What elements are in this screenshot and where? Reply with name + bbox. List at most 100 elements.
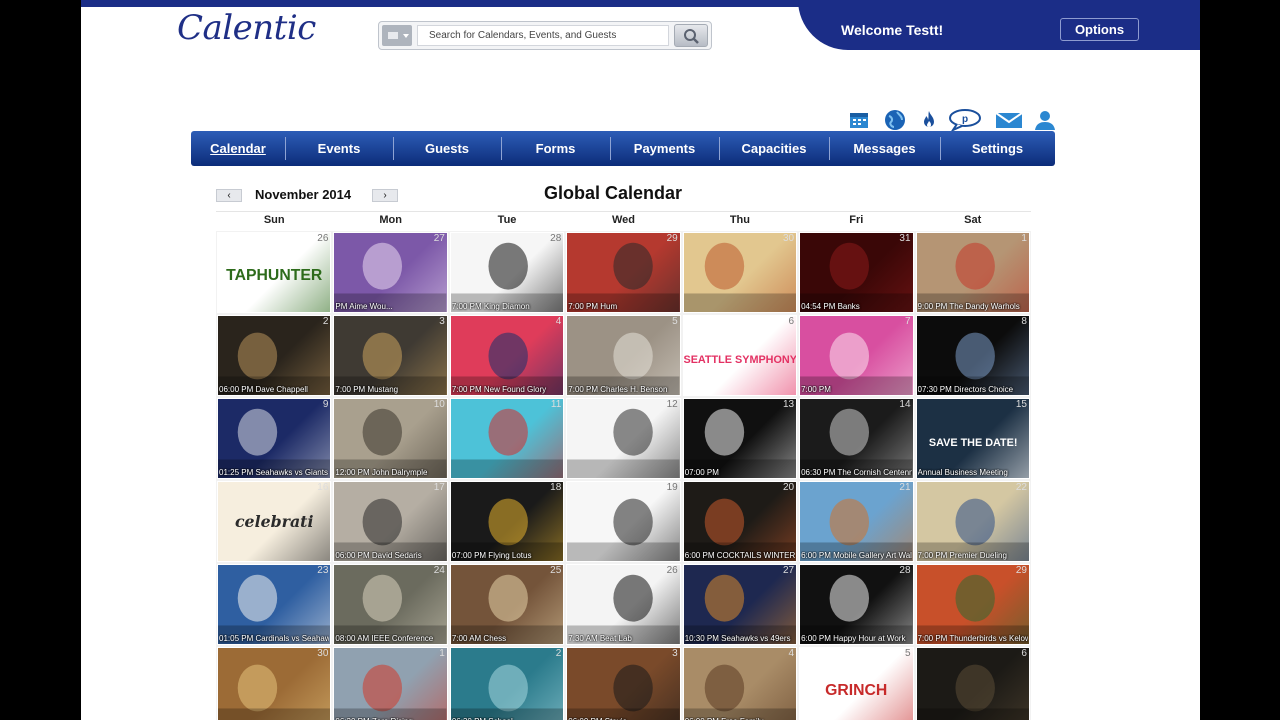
event-label[interactable]: 7:00 PM Mustang bbox=[335, 385, 445, 394]
event-thumbnail[interactable] bbox=[567, 233, 680, 312]
nav-capacities[interactable]: Capacities bbox=[719, 131, 829, 166]
event-label[interactable]: 06:00 PM David Sedaris bbox=[335, 551, 445, 560]
calendar-day-cell[interactable]: 106:30 PM Zero Rising bbox=[332, 646, 449, 720]
event-thumbnail[interactable]: TAPHUNTER bbox=[218, 233, 331, 312]
event-thumbnail[interactable] bbox=[683, 482, 797, 561]
event-thumbnail[interactable] bbox=[450, 399, 564, 478]
event-thumbnail[interactable] bbox=[334, 648, 447, 720]
nav-payments[interactable]: Payments bbox=[610, 131, 719, 166]
event-thumbnail[interactable] bbox=[334, 233, 447, 312]
event-thumbnail[interactable] bbox=[567, 316, 680, 395]
nav-guests[interactable]: Guests bbox=[393, 131, 501, 166]
event-thumbnail[interactable]: SEATTLE SYMPHONY bbox=[683, 316, 797, 395]
calendar-day-cell[interactable]: 27 10:30 PM Seahawks vs 49ers bbox=[681, 563, 799, 646]
calendar-day-cell[interactable]: 4 7:00 PM New Found Glory bbox=[448, 314, 566, 397]
nav-calendar[interactable]: Calendar bbox=[191, 131, 285, 166]
event-label[interactable]: 6:00 PM Happy Hour at Work bbox=[801, 634, 911, 643]
calendar-day-cell[interactable]: 30 bbox=[681, 231, 799, 314]
event-thumbnail[interactable] bbox=[567, 648, 680, 720]
calendar-icon[interactable] bbox=[847, 108, 871, 132]
nav-events[interactable]: Events bbox=[285, 131, 393, 166]
event-label[interactable]: 7:00 PM Hum bbox=[568, 302, 678, 311]
event-thumbnail[interactable] bbox=[916, 316, 1029, 395]
event-label[interactable]: 7:00 PM Premier Dueling bbox=[918, 551, 1028, 560]
event-thumbnail[interactable] bbox=[683, 399, 797, 478]
calendar-day-cell[interactable]: 27 PM Aime Wou... bbox=[332, 231, 449, 314]
event-label[interactable]: 01:25 PM Seahawks vs Giants bbox=[219, 468, 329, 477]
calendar-day-cell[interactable]: 26 7:30 AM Beat Lab bbox=[565, 563, 682, 646]
calendar-day-cell[interactable]: 6 bbox=[914, 646, 1031, 720]
event-thumbnail[interactable]: GRINCH bbox=[800, 648, 913, 720]
calendar-day-cell[interactable]: 28 6:00 PM Happy Hour at Work bbox=[798, 563, 915, 646]
event-thumbnail[interactable] bbox=[334, 565, 447, 644]
calendar-day-cell[interactable]: 18 07:00 PM Flying Lotus bbox=[448, 480, 566, 563]
event-thumbnail[interactable] bbox=[916, 565, 1029, 644]
nav-messages[interactable]: Messages bbox=[829, 131, 940, 166]
calendar-day-cell[interactable]: SAVE THE DATE! 15 Annual Business Meeting bbox=[914, 397, 1031, 480]
event-thumbnail[interactable] bbox=[218, 316, 331, 395]
event-thumbnail[interactable] bbox=[218, 648, 331, 720]
event-thumbnail[interactable] bbox=[800, 482, 913, 561]
event-label[interactable]: 07:00 PM Flying Lotus bbox=[452, 551, 562, 560]
event-label[interactable]: 06:30 PM The Cornish Centennial Gala bbox=[801, 468, 911, 477]
calendar-day-cell[interactable]: 22 7:00 PM Premier Dueling bbox=[914, 480, 1031, 563]
calendar-day-cell[interactable]: 2 06:00 PM Dave Chappell bbox=[216, 314, 333, 397]
next-month-button[interactable]: › bbox=[372, 189, 398, 202]
event-label[interactable]: 7:00 PM Charles H. Benson bbox=[568, 385, 678, 394]
calendar-day-cell[interactable]: SEATTLE SYMPHONY 6 bbox=[681, 314, 799, 397]
calendar-day-cell[interactable]: GRINCH 5 bbox=[798, 646, 915, 720]
event-thumbnail[interactable] bbox=[800, 316, 913, 395]
event-thumbnail[interactable] bbox=[218, 399, 331, 478]
event-thumbnail[interactable] bbox=[916, 482, 1029, 561]
calendar-day-cell[interactable]: 406:00 PM Free Family bbox=[681, 646, 799, 720]
speech-bubble-icon[interactable]: p bbox=[947, 108, 983, 133]
flame-icon[interactable] bbox=[917, 108, 941, 132]
event-thumbnail[interactable] bbox=[450, 648, 564, 720]
calendar-day-cell[interactable]: 206:30 PM School bbox=[448, 646, 566, 720]
calendar-day-cell[interactable]: 30 bbox=[216, 646, 333, 720]
globe-icon[interactable] bbox=[883, 108, 907, 132]
event-label[interactable]: PM Aime Wou... bbox=[335, 302, 445, 311]
event-thumbnail[interactable] bbox=[683, 233, 797, 312]
event-label[interactable]: 7:30 AM Beat Lab bbox=[568, 634, 678, 643]
event-label[interactable]: 10:30 PM Seahawks vs 49ers bbox=[685, 634, 795, 643]
calendar-day-cell[interactable]: 28 7:00 PM King Diamon bbox=[448, 231, 566, 314]
calendar-day-cell[interactable]: 29 7:00 PM Thunderbirds vs Kelowna bbox=[914, 563, 1031, 646]
event-label[interactable]: 6:00 PM Mobile Gallery Art Walk bbox=[801, 551, 911, 560]
event-label[interactable]: 01:05 PM Cardinals vs Seahawks bbox=[219, 634, 329, 643]
calendar-day-cell[interactable]: 13 07:00 PM bbox=[681, 397, 799, 480]
event-label[interactable]: 04:54 PM Banks bbox=[801, 302, 911, 311]
event-thumbnail[interactable] bbox=[334, 482, 447, 561]
calendar-day-cell[interactable]: 306:00 PM Stevie bbox=[565, 646, 682, 720]
calendar-day-cell[interactable]: 21 6:00 PM Mobile Gallery Art Walk bbox=[798, 480, 915, 563]
calendar-day-cell[interactable]: TAPHUNTER 26 bbox=[216, 231, 333, 314]
nav-forms[interactable]: Forms bbox=[501, 131, 610, 166]
event-thumbnail[interactable] bbox=[800, 233, 913, 312]
calendar-day-cell[interactable]: 9 01:25 PM Seahawks vs Giants bbox=[216, 397, 333, 480]
event-label[interactable]: 7:00 PM bbox=[801, 385, 911, 394]
search-input[interactable] bbox=[417, 25, 669, 46]
event-thumbnail[interactable] bbox=[450, 565, 564, 644]
event-label[interactable]: 7:00 PM Thunderbirds vs Kelowna bbox=[918, 634, 1028, 643]
search-category-dropdown[interactable] bbox=[382, 25, 412, 46]
calendar-day-cell[interactable]: 14 06:30 PM The Cornish Centennial Gala bbox=[798, 397, 915, 480]
event-thumbnail[interactable] bbox=[916, 233, 1029, 312]
calendar-day-cell[interactable]: 31 04:54 PM Banks bbox=[798, 231, 915, 314]
event-label[interactable]: 06:00 PM Dave Chappell bbox=[219, 385, 329, 394]
calendar-day-cell[interactable]: celebrati 16 bbox=[216, 480, 333, 563]
event-thumbnail[interactable] bbox=[800, 565, 913, 644]
event-thumbnail[interactable] bbox=[567, 399, 680, 478]
event-label[interactable]: 7:00 PM New Found Glory bbox=[452, 385, 562, 394]
prev-month-button[interactable]: ‹ bbox=[216, 189, 242, 202]
calendar-day-cell[interactable]: 29 7:00 PM Hum bbox=[565, 231, 682, 314]
event-thumbnail[interactable]: SAVE THE DATE! bbox=[916, 399, 1029, 478]
calendar-day-cell[interactable]: 12 bbox=[565, 397, 682, 480]
user-icon[interactable] bbox=[1033, 108, 1057, 132]
event-thumbnail[interactable]: celebrati bbox=[218, 482, 331, 561]
event-thumbnail[interactable] bbox=[567, 565, 680, 644]
app-logo[interactable]: Calentic bbox=[177, 8, 316, 48]
calendar-day-cell[interactable]: 11 bbox=[448, 397, 566, 480]
calendar-day-cell[interactable]: 3 7:00 PM Mustang bbox=[332, 314, 449, 397]
envelope-icon[interactable] bbox=[995, 108, 1023, 132]
event-thumbnail[interactable] bbox=[800, 399, 913, 478]
